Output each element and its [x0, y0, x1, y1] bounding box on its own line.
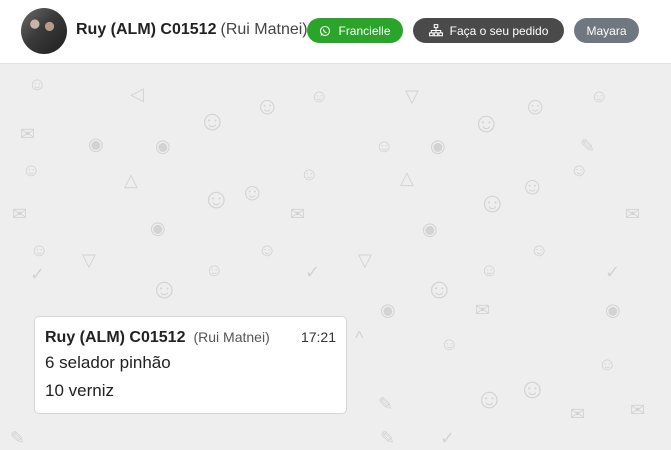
order-button[interactable]: Faça o seu pedido: [413, 18, 564, 43]
user-icon: ☺: [22, 160, 41, 180]
user-icon: ☺: [30, 240, 49, 260]
user-icon: ☺: [570, 160, 589, 180]
eye-icon: ◉: [422, 219, 438, 239]
mail-icon: ✉: [625, 204, 641, 224]
eye-icon: ◉: [150, 218, 166, 238]
whatsapp-icon: [319, 25, 331, 37]
user-icon: ☺: [440, 334, 459, 354]
eye-icon: ◉: [430, 136, 446, 156]
check-icon: ✓: [605, 262, 621, 282]
send-icon: ▽: [82, 250, 96, 270]
order-button-label: Faça o seu pedido: [449, 23, 549, 38]
smiley-icon: ☺: [478, 187, 507, 218]
user-icon: ☺: [28, 74, 47, 94]
pin-icon: ✎: [380, 428, 396, 448]
user-icon: ☺: [310, 86, 329, 106]
send-icon: ▽: [405, 86, 419, 106]
whatsapp-agent-button[interactable]: Francielle: [307, 18, 403, 43]
mail-icon: ✉: [570, 404, 586, 424]
user-icon: ☺: [205, 260, 224, 280]
user-icon: ☺: [530, 240, 549, 260]
sitemap-icon: [428, 24, 443, 37]
send-icon: △: [400, 168, 414, 188]
smiley-icon: ☺: [198, 105, 227, 136]
smiley-icon: ☺: [240, 179, 265, 206]
smiley-icon: ☺: [425, 273, 454, 304]
message-header: Ruy (ALM) C01512 (Rui Matnei) 17:21: [45, 329, 336, 347]
eye-icon: ◉: [88, 134, 104, 154]
user-icon: ☺: [480, 260, 499, 280]
smiley-icon: ☺: [255, 93, 280, 120]
message-time: 17:21: [300, 329, 336, 345]
send-icon: ▽: [358, 250, 372, 270]
avatar[interactable]: [21, 8, 67, 54]
chevron-up-icon: ^: [355, 328, 364, 348]
mail-icon: ✉: [290, 204, 306, 224]
smiley-icon: ☺: [202, 183, 231, 214]
mail-icon: ✉: [20, 124, 36, 144]
smiley-icon: ☺: [475, 383, 504, 414]
user-icon: ☺: [375, 136, 394, 156]
smiley-icon: ☺: [150, 273, 179, 304]
whatsapp-agent-label: Francielle: [338, 23, 391, 38]
pin-icon: ✎: [10, 428, 26, 448]
contact-name-main: Ruy (ALM) C01512: [76, 21, 217, 38]
message-bubble[interactable]: Ruy (ALM) C01512 (Rui Matnei) 17:21 6 se…: [34, 316, 347, 414]
message-sender-sub: (Rui Matnei): [193, 329, 270, 345]
mail-icon: ✉: [475, 300, 491, 320]
user-icon: ☺: [598, 354, 617, 374]
send-icon: △: [124, 170, 138, 190]
mail-icon: ✉: [12, 204, 28, 224]
smiley-icon: ☺: [472, 107, 501, 138]
user-badge[interactable]: Mayara: [574, 18, 639, 43]
user-badge-label: Mayara: [586, 23, 627, 38]
check-icon: ✓: [440, 428, 456, 448]
chat-header: Ruy (ALM) C01512 (Rui Matnei) Francielle …: [0, 0, 671, 64]
pin-icon: ✎: [580, 136, 596, 156]
message-line: 6 selador pinhão: [45, 353, 171, 372]
mail-icon: ✉: [630, 400, 646, 420]
smiley-icon: ☺: [523, 93, 548, 120]
user-icon: ☺: [258, 240, 277, 260]
check-icon: ✓: [30, 264, 46, 284]
send-icon: ◁: [130, 84, 144, 104]
smiley-icon: ☺: [520, 173, 545, 200]
eye-icon: ◉: [605, 300, 621, 320]
eye-icon: ◉: [155, 136, 171, 156]
contact-name: Ruy (ALM) C01512 (Rui Matnei): [76, 21, 308, 39]
smiley-icon: ☺: [518, 373, 547, 404]
check-icon: ✓: [305, 262, 321, 282]
user-icon: ☺: [300, 164, 319, 184]
contact-name-sub: (Rui Matnei): [220, 21, 308, 38]
pin-icon: ✎: [378, 394, 394, 414]
message-sender: Ruy (ALM) C01512: [45, 329, 186, 346]
eye-icon: ◉: [380, 300, 396, 320]
message-line: 10 verniz: [45, 381, 114, 400]
user-icon: ☺: [590, 86, 609, 106]
